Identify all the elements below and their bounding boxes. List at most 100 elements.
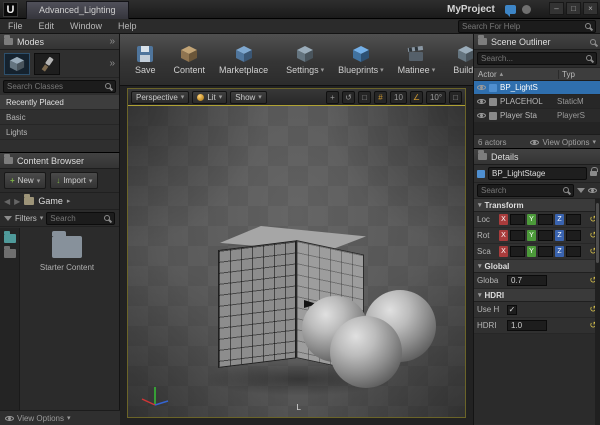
chevron-double-icon[interactable]: » [109, 59, 115, 69]
angle-snap-value[interactable]: 10° [426, 91, 446, 104]
chevron-down-icon[interactable]: ▾ [67, 414, 71, 422]
minimize-button[interactable]: – [549, 2, 564, 15]
perspective-button[interactable]: Perspective ▾ [131, 91, 189, 104]
filters-label[interactable]: Filters [15, 214, 37, 223]
chevron-down-icon[interactable]: ▾ [592, 138, 596, 146]
outliner-row-placeholder[interactable]: PLACEHOL StaticM [474, 95, 600, 109]
menu-file[interactable]: File [0, 21, 31, 31]
visibility-eye-icon[interactable] [477, 113, 486, 118]
folder-icon[interactable] [4, 249, 16, 258]
matinee-button[interactable]: Matinee▾ [391, 34, 443, 85]
view-options-button[interactable]: View Options [17, 414, 64, 423]
titlebar: U Advanced_Lighting MyProject – □ × [0, 0, 600, 19]
details-search-input[interactable] [477, 184, 574, 197]
location-y-field[interactable] [538, 214, 553, 225]
view-options-button[interactable]: View Options [542, 138, 589, 147]
global-value-field[interactable]: 0.7 [507, 275, 547, 286]
lock-icon[interactable] [590, 171, 597, 176]
feedback-icon[interactable] [505, 5, 516, 14]
new-button-label: New [18, 176, 34, 185]
close-button[interactable]: × [583, 2, 598, 15]
scale-tool-button[interactable]: □ [358, 91, 371, 104]
chevron-down-icon[interactable]: ▾ [40, 214, 44, 222]
scale-y-field[interactable] [538, 246, 553, 257]
save-button[interactable]: Save [128, 34, 163, 85]
unreal-logo-icon: U [3, 2, 18, 17]
rotate-tool-button[interactable]: ↺ [342, 91, 355, 104]
axis-y-chip: Y [527, 246, 536, 257]
visibility-eye-icon[interactable] [477, 99, 486, 104]
column-type[interactable]: Typ [558, 70, 600, 79]
check-icon: ✓ [509, 305, 516, 314]
modes-item-basic[interactable]: Basic [0, 110, 119, 125]
back-icon[interactable]: ◀ [4, 197, 10, 206]
collection-folder-icon[interactable] [4, 234, 16, 243]
scale-x-field[interactable] [510, 246, 525, 257]
show-button[interactable]: Show ▾ [230, 91, 267, 104]
location-z-field[interactable] [566, 214, 581, 225]
location-x-field[interactable] [510, 214, 525, 225]
column-actor[interactable]: Actor ▴ [474, 70, 558, 79]
rotation-z-field[interactable] [566, 230, 581, 241]
search-classes-input[interactable] [3, 80, 116, 93]
details-header[interactable]: Details [474, 149, 600, 165]
maximize-viewport-button[interactable]: □ [449, 91, 462, 104]
outliner-row-playerstart[interactable]: Player Sta PlayerS [474, 109, 600, 123]
filter-icon[interactable] [577, 188, 585, 193]
outliner-search-input[interactable] [477, 52, 597, 65]
grid-snap-value[interactable]: 10 [390, 91, 407, 104]
visibility-eye-icon[interactable] [477, 85, 486, 90]
modes-item-lights[interactable]: Lights [0, 125, 119, 140]
content-browser-header[interactable]: Content Browser [0, 153, 119, 169]
hdri-value-field[interactable]: 1.0 [507, 320, 547, 331]
scale-z-field[interactable] [566, 246, 581, 257]
matinee-label: Matinee [398, 65, 430, 75]
section-global[interactable]: ▾ Global [474, 260, 600, 273]
scene-outliner-header[interactable]: Scene Outliner [474, 34, 600, 50]
import-button[interactable]: ↓ Import ▾ [50, 172, 98, 189]
help-search-input[interactable] [458, 20, 596, 33]
chevron-double-icon[interactable]: » [109, 37, 115, 47]
lit-button[interactable]: Lit ▾ [192, 91, 227, 104]
move-icon: + [330, 93, 335, 102]
grid-snap-button[interactable]: # [374, 91, 387, 104]
search-icon [586, 55, 592, 61]
angle-snap-button[interactable]: ∠ [410, 91, 423, 104]
marketplace-button[interactable]: Marketplace [212, 34, 275, 85]
content-button[interactable]: Content [167, 34, 213, 85]
menu-window[interactable]: Window [62, 21, 110, 31]
details-scrollbar[interactable] [595, 199, 600, 425]
use-hdri-checkbox[interactable]: ✓ [507, 305, 517, 315]
modes-header[interactable]: Modes » [0, 34, 119, 50]
settings-button[interactable]: Settings▾ [279, 34, 331, 85]
asset-tile-starter-content[interactable]: Starter Content [32, 236, 102, 272]
place-mode-button[interactable] [4, 53, 30, 75]
new-button[interactable]: + New ▾ [4, 172, 46, 189]
chrome-sphere[interactable] [330, 316, 402, 388]
breadcrumb-arrow-icon[interactable]: ▸ [67, 197, 71, 205]
blueprints-button[interactable]: Blueprints▾ [331, 34, 391, 85]
maximize-button[interactable]: □ [566, 2, 581, 15]
rotation-x-field[interactable] [510, 230, 525, 241]
paint-mode-button[interactable] [34, 53, 60, 75]
actor-name-field[interactable]: BP_LightStage [488, 167, 587, 180]
translate-tool-button[interactable]: + [326, 91, 339, 104]
outliner-row-bp-lightstage[interactable]: BP_LightS [474, 81, 600, 95]
content-browser-assets[interactable]: Starter Content [20, 228, 120, 410]
account-icon[interactable] [522, 5, 531, 14]
viewport[interactable]: Perspective ▾ Lit ▾ Show ▾ + ↺ □ # 10 ∠ … [127, 88, 466, 418]
reflection-cube[interactable] [218, 242, 378, 392]
content-browser-panel: Content Browser + New ▾ ↓ Import ▾ ◀ ▶ G… [0, 152, 120, 425]
viewport-scene[interactable]: L [128, 106, 465, 417]
forward-icon[interactable]: ▶ [14, 197, 20, 206]
section-transform[interactable]: ▾ Transform [474, 199, 600, 212]
modes-item-recently-placed[interactable]: Recently Placed [0, 95, 119, 110]
breadcrumb[interactable]: Game [38, 196, 63, 206]
level-tab[interactable]: Advanced_Lighting [26, 1, 129, 19]
menu-help[interactable]: Help [110, 21, 145, 31]
rotation-y-field[interactable] [538, 230, 553, 241]
menu-edit[interactable]: Edit [31, 21, 63, 31]
eye-icon[interactable] [588, 188, 597, 193]
section-hdri[interactable]: ▾ HDRI [474, 289, 600, 302]
search-icon[interactable] [590, 39, 596, 45]
